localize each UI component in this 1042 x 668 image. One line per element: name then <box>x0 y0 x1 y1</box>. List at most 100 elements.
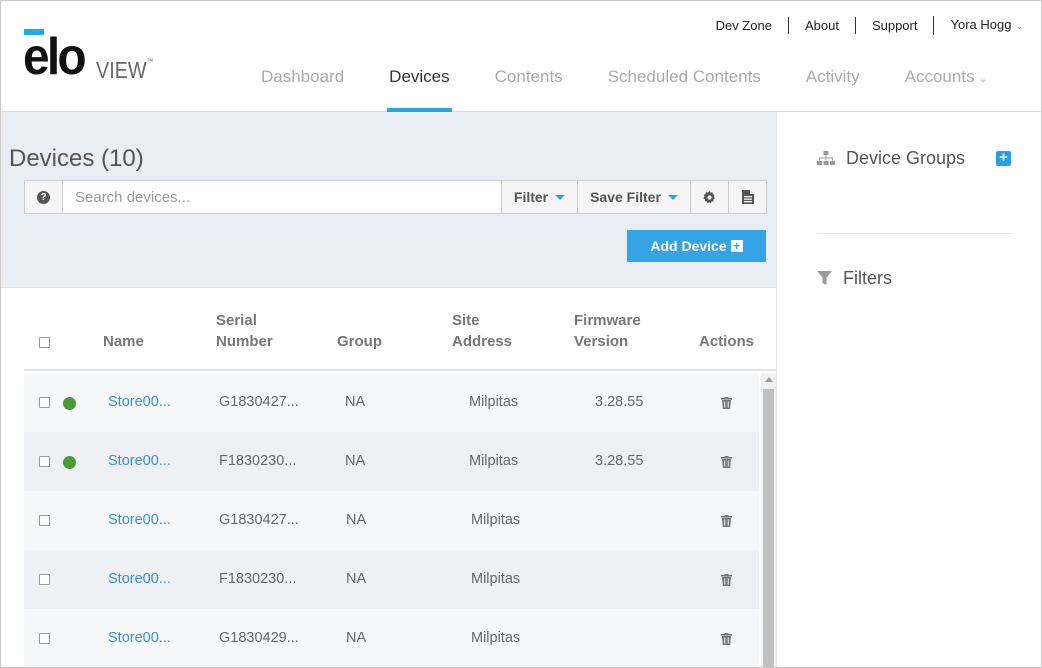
filter-dropdown-button[interactable]: Filter <box>501 181 577 213</box>
select-all-checkbox[interactable] <box>39 337 50 348</box>
user-menu[interactable]: Yora Hogg ⌄ <box>933 16 1023 35</box>
trash-icon[interactable] <box>721 515 732 527</box>
header-serial-number[interactable]: Serial Number <box>216 310 273 352</box>
tab-contents[interactable]: Contents <box>495 67 563 112</box>
site-address: Milpitas <box>471 512 521 528</box>
main-nav: Dashboard Devices Contents Scheduled Con… <box>261 67 988 112</box>
row-checkbox[interactable] <box>39 456 50 467</box>
header-group[interactable]: Group <box>337 331 382 352</box>
group: NA <box>346 571 367 587</box>
group: NA <box>345 453 366 469</box>
table-scrollbar[interactable] <box>761 373 776 667</box>
gear-icon <box>703 190 716 203</box>
table-row[interactable]: Store00... F1830230... NA Milpitas <box>24 550 759 609</box>
online-status-dot <box>63 456 76 469</box>
dev-zone-link[interactable]: Dev Zone <box>716 17 788 34</box>
device-groups-title: Device Groups <box>846 148 966 168</box>
group: NA <box>346 512 367 528</box>
save-filter-dropdown-button[interactable]: Save Filter <box>577 181 690 213</box>
firmware-version: 3.28.55 <box>595 394 644 410</box>
row-checkbox[interactable] <box>39 574 50 585</box>
device-name-link[interactable]: Store00... <box>108 571 171 587</box>
add-device-label: Add Device <box>650 238 727 254</box>
user-name: Yora Hogg <box>950 17 1012 32</box>
serial-number: G1830427... <box>219 394 299 410</box>
tab-scheduled-contents[interactable]: Scheduled Contents <box>608 67 761 112</box>
support-link[interactable]: Support <box>854 17 934 34</box>
device-name-link[interactable]: Store00... <box>108 453 171 469</box>
serial-number: F1830230... <box>219 571 297 587</box>
tab-activity[interactable]: Activity <box>806 67 860 112</box>
serial-number: G1830429... <box>219 630 299 646</box>
header-site-line1: Site <box>452 312 480 329</box>
devices-table: Store00... G1830427... NA Milpitas 3.28.… <box>24 373 759 667</box>
trash-icon[interactable] <box>721 574 732 586</box>
funnel-icon <box>817 271 832 285</box>
help-button[interactable]: ? <box>25 181 63 213</box>
caret-down-icon <box>555 194 566 200</box>
caret-down-icon <box>667 194 678 200</box>
serial-number: G1830427... <box>219 512 299 528</box>
search-bar: ? Filter Save Filter <box>24 180 767 214</box>
scroll-up-arrow-icon[interactable] <box>765 377 773 382</box>
row-checkbox[interactable] <box>39 515 50 526</box>
table-row[interactable]: Store00... G1830427... NA Milpitas <box>24 491 759 550</box>
trash-icon[interactable] <box>721 633 732 645</box>
search-input[interactable] <box>63 181 501 213</box>
save-filter-label: Save Filter <box>590 189 661 205</box>
sidebar-divider <box>817 233 1012 234</box>
table-row[interactable]: Store00... G1830427... NA Milpitas 3.28.… <box>24 373 759 432</box>
header-fw-line2: Version <box>574 333 629 350</box>
chevron-down-icon: ⌄ <box>1015 21 1023 31</box>
row-checkbox[interactable] <box>39 397 50 408</box>
question-circle-icon: ? <box>37 190 50 204</box>
elo-view-logo[interactable]: elo VIEW™ <box>23 29 153 85</box>
plus-square-icon: + <box>730 240 743 252</box>
site-address: Milpitas <box>471 571 521 587</box>
filters-section[interactable]: Filters <box>817 268 892 289</box>
header: elo VIEW™ Dev Zone About Support Yora Ho… <box>1 1 1041 112</box>
site-address: Milpitas <box>469 453 519 469</box>
group: NA <box>346 630 367 646</box>
document-icon <box>741 190 754 204</box>
device-name-link[interactable]: Store00... <box>108 630 171 646</box>
filter-label: Filter <box>513 189 549 205</box>
about-link[interactable]: About <box>787 17 855 34</box>
export-button[interactable] <box>728 181 766 213</box>
header-site-line2: Address <box>452 333 513 350</box>
group: NA <box>345 394 366 410</box>
tab-accounts[interactable]: Accounts ⌄ <box>905 67 988 112</box>
logo-elo-text: elo <box>23 28 87 86</box>
table-row[interactable]: Store00... G1830429... NA Milpitas <box>24 609 759 667</box>
tab-dashboard[interactable]: Dashboard <box>261 67 344 112</box>
row-checkbox[interactable] <box>39 633 50 644</box>
chevron-down-icon: ⌄ <box>978 73 988 85</box>
online-status-dot <box>63 397 76 410</box>
table-row[interactable]: Store00... F1830230... NA Milpitas 3.28.… <box>24 432 759 491</box>
header-firmware-version[interactable]: Firmware Version <box>574 310 641 352</box>
header-name[interactable]: Name <box>103 331 144 352</box>
device-name-link[interactable]: Store00... <box>108 512 171 528</box>
add-device-group-button[interactable]: + <box>996 150 1011 166</box>
filters-title: Filters <box>843 268 892 288</box>
trash-icon[interactable] <box>721 397 732 409</box>
settings-button[interactable] <box>690 181 728 213</box>
device-groups-section[interactable]: Device Groups <box>817 148 965 169</box>
header-site-address[interactable]: Site Address <box>452 310 512 352</box>
site-address: Milpitas <box>471 630 521 646</box>
trash-icon[interactable] <box>721 456 732 468</box>
serial-number: F1830230... <box>219 453 297 469</box>
header-actions: Actions <box>699 333 755 350</box>
header-serial-line1: Serial <box>216 312 257 329</box>
logo-view-text: VIEW™ <box>96 57 154 83</box>
table-header: Name Serial Number Group Site Address Firm… <box>24 301 777 371</box>
logo-view-label: VIEW <box>96 57 147 83</box>
firmware-version: 3.28.55 <box>595 453 644 469</box>
tab-devices[interactable]: Devices <box>387 67 453 112</box>
app-window: elo VIEW™ Dev Zone About Support Yora Ho… <box>0 0 1042 668</box>
device-name-link[interactable]: Store00... <box>108 394 171 410</box>
add-device-button[interactable]: Add Device + <box>627 230 766 262</box>
scrollbar-thumb[interactable] <box>763 389 774 667</box>
tab-accounts-label: Accounts <box>904 67 975 86</box>
header-fw-line1: Firmware <box>574 312 641 329</box>
